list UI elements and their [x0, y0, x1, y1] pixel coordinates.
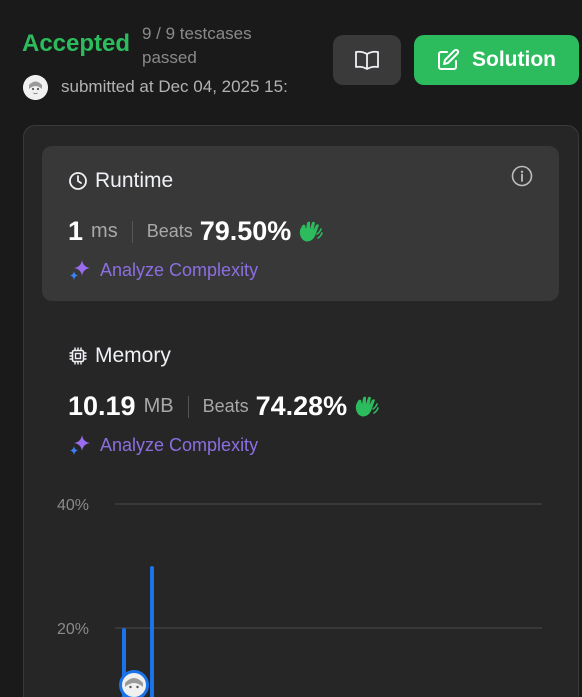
runtime-value: 1: [68, 216, 84, 246]
runtime-beats-pct: 79.50%: [199, 216, 292, 246]
y-tick-label: 20%: [57, 621, 89, 638]
analyze-complexity-link[interactable]: Analyze Complexity: [68, 258, 258, 282]
solution-label: Solution: [472, 48, 556, 71]
editorial-button[interactable]: [333, 35, 401, 85]
analyze-label: Analyze Complexity: [100, 434, 259, 455]
divider: [187, 395, 189, 418]
runtime-card[interactable]: Runtime 1 ms Beats 79.50% Analyze Comple…: [42, 146, 559, 301]
runtime-unit: ms: [91, 220, 118, 242]
runtime-title-label: Runtime: [95, 169, 174, 192]
sparkle-icon: [70, 435, 90, 455]
analyze-label: Analyze Complexity: [100, 259, 259, 280]
memory-beats-label: Beats: [202, 396, 249, 416]
avatar-image: [23, 75, 48, 100]
distribution-chart: 40% 20%: [57, 497, 542, 697]
sparkle-icon: [70, 260, 90, 280]
memory-title: Memory: [68, 344, 171, 368]
clock-icon: [69, 172, 87, 190]
edit-icon: [438, 48, 460, 70]
status-accepted: Accepted: [22, 30, 131, 57]
submitted-timestamp: submitted at Dec 04, 2025 15:: [61, 77, 288, 96]
divider: [131, 220, 133, 243]
info-icon[interactable]: [511, 165, 533, 192]
memory-unit: MB: [143, 395, 174, 417]
runtime-beats-label: Beats: [146, 221, 193, 241]
memory-value: 10.19: [68, 391, 136, 421]
memory-title-label: Memory: [95, 344, 171, 367]
y-tick-label: 40%: [57, 497, 89, 514]
analyze-complexity-link[interactable]: Analyze Complexity: [68, 433, 258, 457]
testcases-count: 9 / 9 testcases passed: [142, 24, 252, 67]
clapping-hands-icon: [300, 221, 324, 242]
solution-button[interactable]: Solution: [414, 35, 579, 85]
memory-metric: 10.19 MB Beats 74.28%: [68, 391, 379, 422]
runtime-metric: 1 ms Beats 79.50%: [68, 216, 324, 247]
avatar[interactable]: [23, 75, 48, 100]
clapping-hands-icon: [355, 396, 379, 417]
submission-header: Accepted 9 / 9 testcases passed submitte…: [0, 0, 582, 110]
runtime-title: Runtime: [68, 169, 173, 193]
distribution-bar[interactable]: [150, 566, 154, 697]
memory-card[interactable]: Memory 10.19 MB Beats 74.28% Analyze Com…: [42, 321, 559, 461]
memory-beats-pct: 74.28%: [255, 391, 348, 421]
chip-icon: [69, 347, 87, 365]
book-open-icon: [355, 50, 379, 70]
